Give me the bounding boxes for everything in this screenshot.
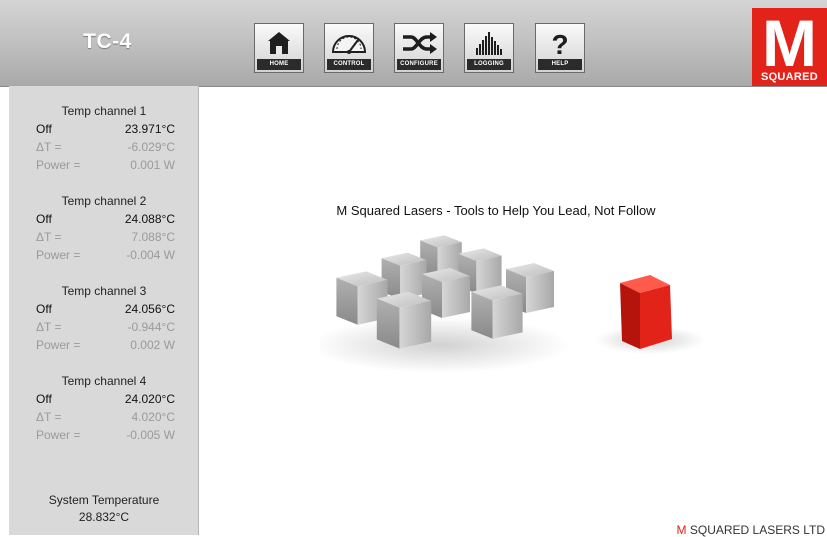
channel-title: Temp channel 4 bbox=[61, 374, 147, 388]
channel-state: Off bbox=[36, 122, 52, 136]
home-label: HOME bbox=[257, 59, 301, 70]
sidebar-status-panel: Temp channel 1 Off 23.971°C ΔT = -6.029°C … bbox=[9, 86, 199, 535]
m-squared-logo: M SQUARED bbox=[752, 8, 827, 86]
power-label: Power = bbox=[36, 248, 81, 262]
cubes-illustration bbox=[320, 235, 705, 373]
svg-text:?: ? bbox=[551, 29, 568, 59]
power-label: Power = bbox=[36, 158, 81, 172]
system-temperature: System Temperature 28.832°C bbox=[9, 492, 199, 526]
delta-t-value: 4.020°C bbox=[131, 410, 176, 424]
app-title: TC-4 bbox=[83, 30, 132, 53]
delta-t-label: ΔT = bbox=[36, 140, 62, 154]
tagline: M Squared Lasers - Tools to Help You Lea… bbox=[336, 203, 656, 218]
control-button[interactable]: CONTROL bbox=[324, 23, 374, 73]
power-value: -0.005 W bbox=[126, 428, 175, 442]
help-label: HELP bbox=[538, 59, 582, 70]
power-value: 0.001 W bbox=[130, 158, 175, 172]
question-mark-icon: ? bbox=[551, 29, 568, 59]
delta-t-label: ΔT = bbox=[36, 320, 62, 334]
logo-text: SQUARED bbox=[760, 71, 819, 83]
channel-temperature: 24.020°C bbox=[124, 392, 175, 406]
channel-temperature: 24.056°C bbox=[124, 302, 175, 316]
shuffle-icon bbox=[403, 32, 437, 54]
channel-title: Temp channel 3 bbox=[61, 284, 147, 298]
home-icon bbox=[268, 32, 290, 54]
temp-channel-1: Temp channel 1 Off 23.971°C ΔT = -6.029°C … bbox=[9, 102, 199, 174]
channel-state: Off bbox=[36, 302, 52, 316]
power-label: Power = bbox=[36, 338, 81, 352]
temp-channel-4: Temp channel 4 Off 24.020°C ΔT = 4.020°C P… bbox=[9, 372, 199, 444]
channel-temperature: 23.971°C bbox=[124, 122, 175, 136]
red-cube bbox=[620, 275, 672, 349]
configure-button[interactable]: CONFIGURE bbox=[394, 23, 444, 73]
help-button[interactable]: ? HELP bbox=[535, 23, 585, 73]
delta-t-value: -6.029°C bbox=[127, 140, 176, 154]
channel-state: Off bbox=[36, 392, 52, 406]
channel-title: Temp channel 2 bbox=[61, 194, 147, 208]
channel-title: Temp channel 1 bbox=[61, 104, 147, 118]
power-label: Power = bbox=[36, 428, 81, 442]
power-value: 0.002 W bbox=[130, 338, 175, 352]
home-button[interactable]: HOME bbox=[254, 23, 304, 73]
delta-t-label: ΔT = bbox=[36, 230, 62, 244]
control-label: CONTROL bbox=[327, 59, 371, 70]
channel-state: Off bbox=[36, 212, 52, 226]
temp-channel-2: Temp channel 2 Off 24.088°C ΔT = 7.088°C P… bbox=[9, 192, 199, 264]
delta-t-value: -0.944°C bbox=[127, 320, 176, 334]
configure-label: CONFIGURE bbox=[397, 59, 441, 70]
temp-channel-3: Temp channel 3 Off 24.056°C ΔT = -0.944°C … bbox=[9, 282, 199, 354]
system-temperature-value: 28.832°C bbox=[78, 510, 130, 524]
system-temperature-label: System Temperature bbox=[48, 493, 160, 507]
logging-label: LOGGING bbox=[467, 59, 511, 70]
logging-button[interactable]: LOGGING bbox=[464, 23, 514, 73]
power-value: -0.004 W bbox=[126, 248, 175, 262]
logo-m-mark: M bbox=[762, 8, 817, 72]
bar-chart-icon bbox=[476, 32, 502, 55]
delta-t-value: 7.088°C bbox=[131, 230, 176, 244]
header-bar: TC-4 HOME CONTROL CONFIGURE LOGGING ? HE… bbox=[0, 0, 827, 87]
channel-temperature: 24.088°C bbox=[124, 212, 175, 226]
svg-text:M: M bbox=[762, 8, 817, 72]
gauge-icon bbox=[331, 35, 367, 54]
delta-t-label: ΔT = bbox=[36, 410, 62, 424]
